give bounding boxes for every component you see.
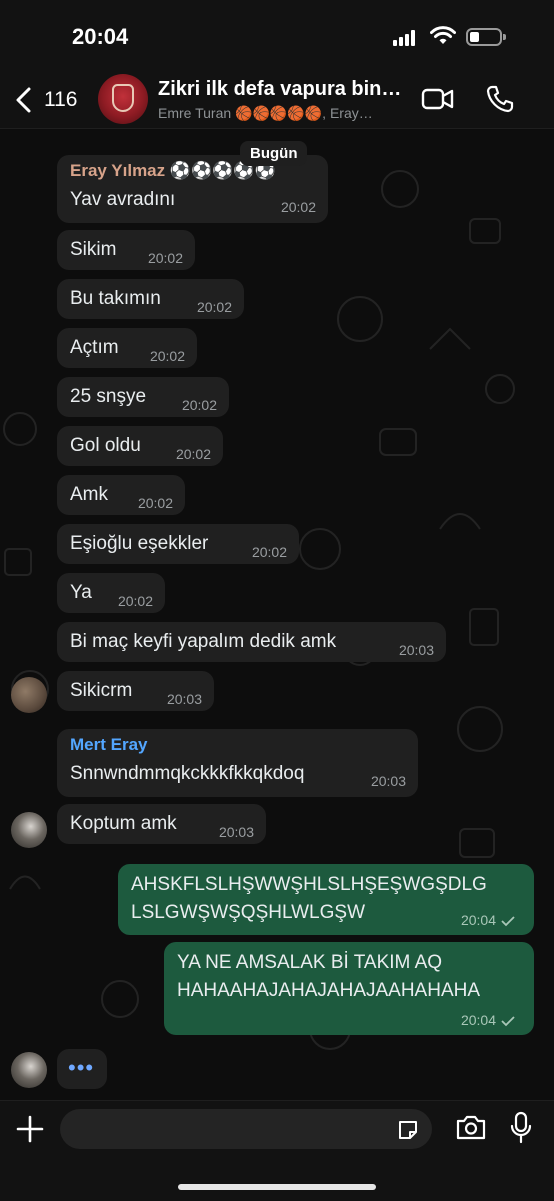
message-meta: 20:04	[461, 912, 516, 928]
message-text: Bu takımın	[70, 288, 161, 309]
message-time: 20:03	[166, 691, 202, 707]
message-text: Yav avradını	[70, 189, 176, 210]
chat-subtitle: Emre Turan 🏀🏀🏀🏀🏀, Eray…	[158, 105, 373, 121]
message-time: 20:02	[181, 397, 217, 413]
message-time: 20:02	[175, 446, 211, 462]
message-bubble[interactable]: Bu takımın 20:02	[57, 279, 244, 319]
message-time: 20:03	[218, 824, 254, 840]
message-text-line: AHSKFLSLHŞWWŞHLSLHŞEŞWGŞDLG	[131, 874, 487, 895]
message-text: Amk	[70, 484, 108, 505]
message-input[interactable]	[74, 1109, 378, 1151]
video-call-icon[interactable]	[421, 84, 455, 114]
message-text-line: LSLGWŞWŞQŞHLWLGŞW	[131, 902, 366, 923]
home-indicator	[178, 1184, 376, 1190]
message-meta: 20:04	[461, 1012, 516, 1028]
typing-indicator: •••	[57, 1049, 107, 1089]
camera-icon[interactable]	[455, 1113, 487, 1141]
typing-dots: •••	[68, 1055, 95, 1080]
message-bubble[interactable]: 25 snşye 20:02	[57, 377, 229, 417]
chat-area[interactable]: Eray Yılmaz ⚽⚽⚽⚽⚽ Yav avradını 20:02 Bug…	[0, 129, 554, 1100]
message-bubble[interactable]: Mert Eray Snnwndmmqkckkkfkkqkdoq 20:03	[57, 729, 418, 797]
message-text-line: YA NE AMSALAK Bİ TAKIM AQ	[177, 952, 443, 973]
message-bubble[interactable]: Gol oldu 20:02	[57, 426, 223, 466]
message-text: Koptum amk	[70, 813, 177, 834]
back-button[interactable]: 116	[14, 82, 77, 118]
plus-icon[interactable]	[14, 1113, 46, 1145]
message-time: 20:02	[280, 199, 316, 215]
message-text: Eşioğlu eşekkler	[70, 533, 209, 554]
message-time: 20:04	[460, 1012, 496, 1028]
message-time: 20:02	[147, 250, 183, 266]
status-time: 20:04	[72, 24, 129, 49]
battery-icon	[466, 28, 506, 46]
sender-avatar[interactable]	[11, 1052, 47, 1088]
sender-avatar[interactable]	[11, 677, 47, 713]
chat-title-block[interactable]: Zikri ilk defa vapura bin… Emre Turan 🏀🏀…	[158, 78, 408, 122]
message-bubble[interactable]: Ya 20:02	[57, 573, 165, 613]
message-time: 20:02	[251, 544, 287, 560]
message-bubble[interactable]: Sikim 20:02	[57, 230, 195, 270]
message-text: Açtım	[70, 337, 119, 358]
delivered-check-icon	[501, 1016, 515, 1027]
message-bubble[interactable]: Koptum amk 20:03	[57, 804, 266, 844]
message-bubble[interactable]: Sikicrm 20:03	[57, 671, 214, 711]
message-bubble[interactable]: Eşioğlu eşekkler 20:02	[57, 524, 299, 564]
chevron-left-icon	[16, 87, 31, 113]
message-time: 20:04	[460, 912, 496, 928]
message-bubble[interactable]: Bi maç keyfi yapalım dedik amk 20:03	[57, 622, 446, 662]
message-time: 20:02	[196, 299, 232, 315]
sender-avatar[interactable]	[11, 812, 47, 848]
message-time: 20:03	[370, 773, 406, 789]
message-time: 20:03	[398, 642, 434, 658]
chat-title: Zikri ilk defa vapura bin…	[158, 78, 402, 100]
message-time: 20:02	[137, 495, 173, 511]
group-avatar[interactable]	[98, 74, 148, 124]
message-bubble[interactable]: Amk 20:02	[57, 475, 185, 515]
message-field[interactable]	[60, 1109, 432, 1151]
message-time: 20:02	[149, 348, 185, 364]
delivered-check-icon	[501, 916, 515, 927]
outgoing-message-bubble[interactable]: YA NE AMSALAK Bİ TAKIM AQ HAHAAHAJAHAJAH…	[164, 942, 534, 1035]
message-text: Ya	[70, 582, 92, 603]
outgoing-message-bubble[interactable]: AHSKFLSLHŞWWŞHLSLHŞEŞWGŞDLG LSLGWŞWŞQŞHL…	[118, 864, 534, 935]
sender-name: Mert Eray	[70, 735, 148, 754]
message-text: Bi maç keyfi yapalım dedik amk	[70, 631, 337, 652]
wifi-icon	[430, 26, 456, 44]
message-text: Gol oldu	[70, 435, 141, 456]
message-text: Sikicrm	[70, 680, 133, 701]
sticker-icon[interactable]	[396, 1118, 420, 1142]
chat-header: 116 Zikri ilk defa vapura bin… Emre Tura…	[0, 72, 554, 129]
message-text: 25 snşye	[70, 386, 147, 407]
date-separator: Bugün	[240, 141, 308, 166]
message-text: Sikim	[70, 239, 117, 260]
status-bar: 20:04	[0, 0, 554, 78]
unread-count: 116	[44, 88, 78, 111]
microphone-icon[interactable]	[509, 1111, 533, 1145]
message-bubble[interactable]: Açtım 20:02	[57, 328, 197, 368]
phone-call-icon[interactable]	[485, 84, 515, 114]
signal-icon	[393, 30, 419, 46]
message-time: 20:02	[117, 593, 153, 609]
message-text-line: HAHAAHAJAHAJAHAJAAHAHAHA	[177, 980, 481, 1001]
message-text: Snnwndmmqkckkkfkkqkdoq	[70, 763, 305, 784]
